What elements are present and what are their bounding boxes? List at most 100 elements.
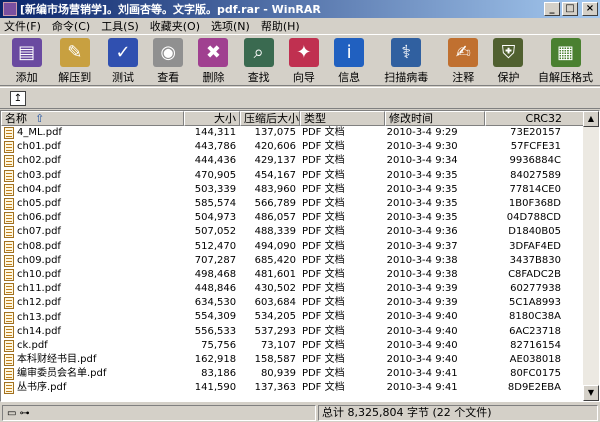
test-icon: ✓ — [107, 38, 138, 67]
column-header-size[interactable]: 大小 — [184, 111, 240, 126]
file-row[interactable]: ch02.pdf 444,436 429,137 PDF 文档 2010-3-4 9:3… — [1, 154, 599, 168]
file-row[interactable]: ch06.pdf 504,973 486,057 PDF 文档 2010-3-4 9:3… — [1, 211, 599, 225]
file-row[interactable]: ch10.pdf 498,468 481,601 PDF 文档 2010-3-4 9:3… — [1, 268, 599, 282]
maximize-button[interactable]: □ — [562, 2, 578, 16]
file-modified: 2010-3-4 9:40 — [386, 339, 458, 351]
toolbar-button-protect-shield[interactable]: ⛨ 保护 — [486, 35, 531, 85]
toolbar-label: 自解压格式 — [538, 71, 594, 84]
file-type: PDF 文档 — [301, 325, 345, 337]
file-row[interactable]: ch14.pdf 556,533 537,293 PDF 文档 2010-3-4 9:4… — [1, 325, 599, 339]
column-header-name[interactable]: 名称 ⇧ — [1, 111, 184, 126]
list-header: 名称 ⇧ 大小 压缩后大小 类型 修改时间 CRC32 — [1, 111, 599, 126]
toolbar-button-comment[interactable]: ✍ 注释 — [441, 35, 486, 85]
file-name: ch13.pdf — [17, 311, 61, 323]
pdf-file-icon — [4, 127, 14, 140]
file-crc: 73E20157 — [510, 127, 561, 138]
vertical-scrollbar[interactable]: ▲ ▼ — [583, 111, 599, 401]
file-row[interactable]: ch03.pdf 470,905 454,167 PDF 文档 2010-3-4 9:3… — [1, 169, 599, 183]
scroll-up-icon[interactable]: ▲ — [583, 111, 599, 127]
scroll-down-icon[interactable]: ▼ — [583, 385, 599, 401]
delete-icon: ✖ — [198, 38, 229, 67]
toolbar-button-test[interactable]: ✓ 测试 — [100, 35, 145, 85]
column-header-packed[interactable]: 压缩后大小 — [240, 111, 300, 126]
file-type: PDF 文档 — [301, 368, 345, 380]
file-row[interactable]: ck.pdf 75,756 73,107 PDF 文档 2010-3-4 9:40 827… — [1, 339, 599, 353]
menu-tools[interactable]: 工具(S) — [101, 18, 139, 34]
pdf-file-icon — [4, 141, 14, 154]
file-type: PDF 文档 — [301, 283, 345, 295]
toolbar-button-sfx[interactable]: ▦ 自解压格式 — [531, 35, 600, 85]
file-crc: 1B0F368D — [508, 197, 561, 209]
toolbar-button-add-books[interactable]: ▤ 添加 — [4, 35, 49, 85]
menu-commands[interactable]: 命令(C) — [52, 18, 90, 34]
file-row[interactable]: ch12.pdf 634,530 603,684 PDF 文档 2010-3-4 9:3… — [1, 296, 599, 310]
pdf-file-icon — [4, 297, 14, 310]
file-size: 707,287 — [194, 254, 237, 266]
file-row[interactable]: ch07.pdf 507,052 488,339 PDF 文档 2010-3-4 9:3… — [1, 225, 599, 239]
minimize-button[interactable]: _ — [544, 2, 560, 16]
file-modified: 2010-3-4 9:39 — [386, 283, 458, 295]
toolbar-button-virus-scan[interactable]: ⚕ 扫描病毒 — [372, 35, 441, 85]
menu-options[interactable]: 选项(N) — [211, 18, 250, 34]
menu-file[interactable]: 文件(F) — [4, 18, 41, 34]
file-packed-size: 80,939 — [260, 368, 296, 380]
file-packed-size: 429,137 — [254, 155, 296, 167]
file-name: 4_ML.pdf — [17, 127, 62, 139]
file-crc: 57FCFE31 — [510, 141, 561, 153]
file-row[interactable]: ch04.pdf 503,339 483,960 PDF 文档 2010-3-4 9:3… — [1, 183, 599, 197]
file-packed-size: 566,789 — [254, 197, 296, 209]
file-type: PDF 文档 — [301, 311, 345, 323]
file-crc: 9936884C — [509, 155, 561, 167]
file-row[interactable]: 本科财经书目.pdf 162,918 158,587 PDF 文档 2010-3-4 9… — [1, 353, 599, 367]
file-row[interactable]: ch01.pdf 443,786 420,606 PDF 文档 2010-3-4 9:3… — [1, 140, 599, 154]
toolbar-button-extract-to[interactable]: ✎ 解压到 — [49, 35, 100, 85]
toolbar-button-wizard[interactable]: ✦ 向导 — [281, 35, 326, 85]
toolbar-button-view[interactable]: ◉ 查看 — [146, 35, 191, 85]
file-row[interactable]: ch13.pdf 554,309 534,205 PDF 文档 2010-3-4 9:4… — [1, 310, 599, 324]
toolbar-button-delete[interactable]: ✖ 删除 — [191, 35, 236, 85]
comment-icon: ✍ — [448, 38, 479, 67]
pdf-file-icon — [4, 155, 14, 168]
pdf-file-icon — [4, 354, 14, 367]
toolbar-label: 注释 — [452, 71, 475, 84]
file-name: ch12.pdf — [17, 297, 61, 309]
file-row[interactable]: ch09.pdf 707,287 685,420 PDF 文档 2010-3-4 9:3… — [1, 254, 599, 268]
column-header-crc[interactable]: CRC32 — [485, 111, 585, 126]
toolbar-label: 查看 — [157, 71, 180, 84]
file-name: ch06.pdf — [17, 212, 61, 224]
file-name: ch02.pdf — [17, 155, 61, 167]
menu-help[interactable]: 帮助(H) — [261, 18, 300, 34]
file-row[interactable]: 编审委员会名单.pdf 83,186 80,939 PDF 文档 2010-3-4 9:… — [1, 367, 599, 381]
find-icon: ⌕ — [243, 38, 274, 67]
file-row[interactable]: ch11.pdf 448,846 430,502 PDF 文档 2010-3-4 9:3… — [1, 282, 599, 296]
toolbar-button-find[interactable]: ⌕ 查找 — [236, 35, 281, 85]
address-bar: ↥ — [0, 87, 600, 109]
file-row[interactable]: ch05.pdf 585,574 566,789 PDF 文档 2010-3-4 9:3… — [1, 197, 599, 211]
file-crc: 77814CE0 — [509, 183, 561, 195]
close-button[interactable]: × — [582, 2, 598, 16]
file-row[interactable]: ch08.pdf 512,470 494,090 PDF 文档 2010-3-4 9:3… — [1, 240, 599, 254]
pdf-file-icon — [4, 283, 14, 296]
file-name-cell: ck.pdf — [1, 339, 183, 353]
file-packed-size: 488,339 — [254, 226, 296, 238]
file-packed-size: 534,205 — [254, 311, 296, 323]
file-row[interactable]: 4_ML.pdf 144,311 137,075 PDF 文档 2010-3-4 9:2… — [1, 126, 599, 140]
menu-bar: 文件(F) 命令(C) 工具(S) 收藏夹(O) 选项(N) 帮助(H) — [0, 18, 600, 34]
drive-key-icon: ▭ ⊶ — [7, 408, 30, 419]
column-header-type[interactable]: 类型 — [300, 111, 385, 126]
file-name-cell: 4_ML.pdf — [1, 126, 183, 140]
column-header-modified[interactable]: 修改时间 — [385, 111, 485, 126]
file-name-cell: ch05.pdf — [1, 197, 183, 211]
up-folder-button[interactable]: ↥ — [10, 91, 26, 106]
file-name-cell: 本科财经书目.pdf — [1, 353, 183, 367]
file-name-cell: ch04.pdf — [1, 183, 183, 197]
file-name: 编审委员会名单.pdf — [17, 368, 107, 380]
file-type: PDF 文档 — [301, 212, 345, 224]
menu-favorites[interactable]: 收藏夹(O) — [150, 18, 200, 34]
file-size: 503,339 — [194, 183, 237, 195]
sfx-icon: ▦ — [550, 38, 581, 67]
file-rows: 4_ML.pdf 144,311 137,075 PDF 文档 2010-3-4 9:2… — [1, 126, 599, 396]
file-row[interactable]: 丛书序.pdf 141,590 137,363 PDF 文档 2010-3-4 9:41… — [1, 381, 599, 395]
toolbar-label: 信息 — [338, 71, 361, 84]
toolbar-button-info[interactable]: i 信息 — [327, 35, 372, 85]
